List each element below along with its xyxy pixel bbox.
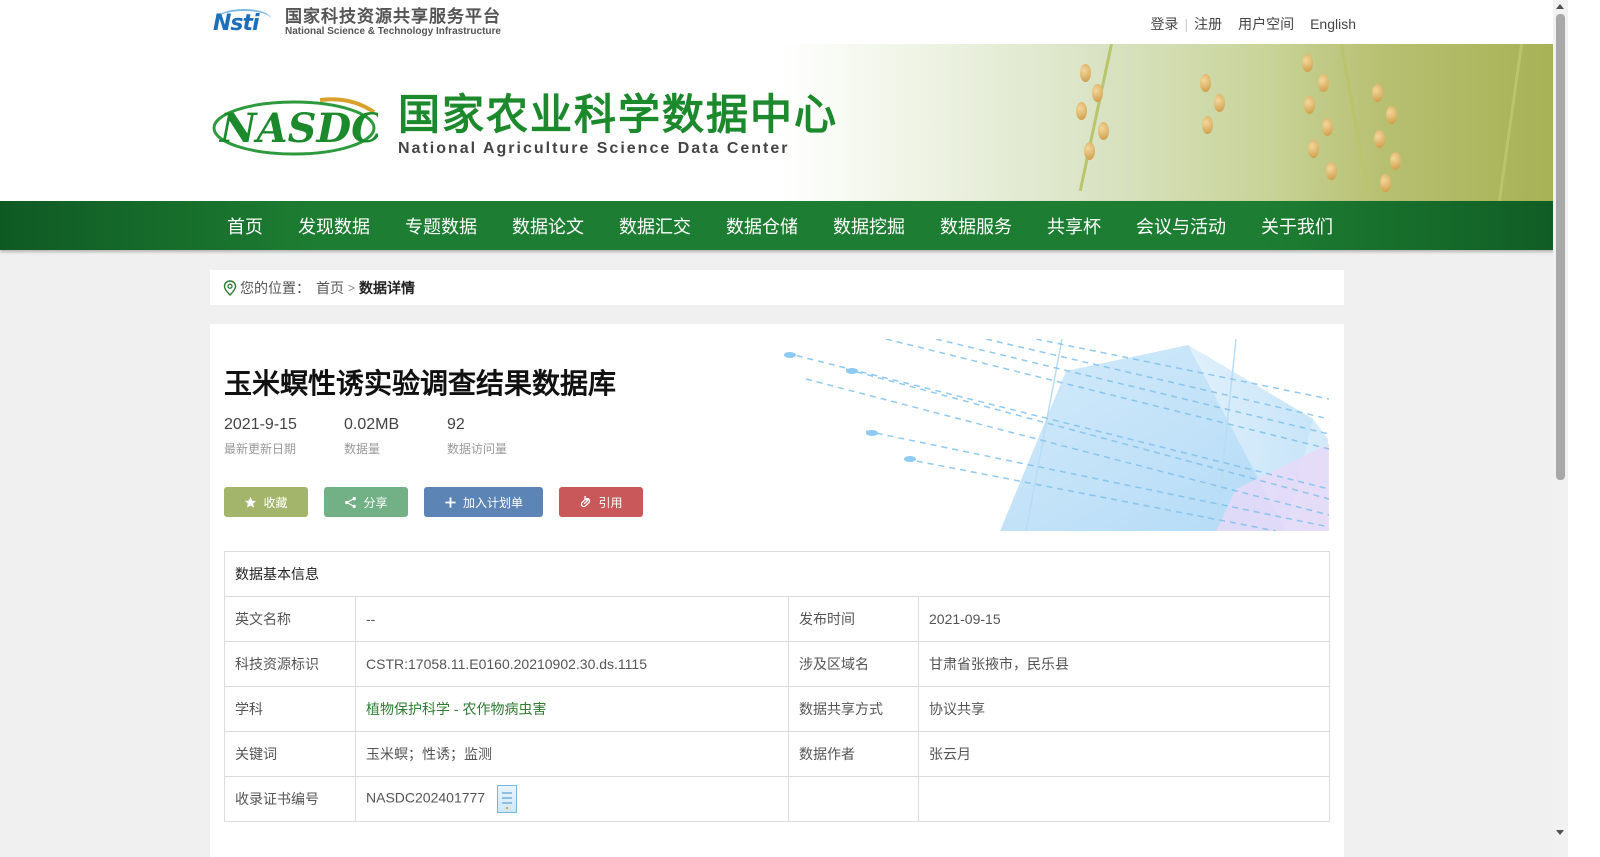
nav-item-data-papers[interactable]: 数据论文 bbox=[495, 213, 602, 239]
cite-button-label: 引用 bbox=[598, 495, 623, 510]
subject-label: 学科 bbox=[224, 686, 356, 732]
nav-item-data-services[interactable]: 数据服务 bbox=[923, 213, 1030, 239]
favorite-button-label: 收藏 bbox=[263, 495, 288, 510]
english-link[interactable]: English bbox=[1310, 16, 1356, 32]
basic-info-header: 数据基本信息 bbox=[224, 551, 1330, 597]
stat-size: 0.02MB 数据量 bbox=[344, 416, 399, 457]
nav-item-home[interactable]: 首页 bbox=[210, 213, 281, 239]
publish-time-value: 2021-09-15 bbox=[918, 596, 1330, 642]
stat-visits-value: 92 bbox=[447, 416, 465, 433]
table-row: 关键词 玉米螟；性诱；监测 数据作者 张云月 bbox=[224, 731, 1330, 777]
resource-id-value: CSTR:17058.11.E0160.20210902.30.ds.1115 bbox=[355, 641, 789, 687]
nsti-logo-en: National Science & Technology Infrastruc… bbox=[285, 26, 501, 37]
user-space-link[interactable]: 用户空间 bbox=[1238, 14, 1294, 34]
plus-icon bbox=[445, 496, 456, 508]
table-row: 英文名称 -- 发布时间 2021-09-15 bbox=[224, 596, 1330, 642]
region-value: 甘肃省张掖市，民乐县 bbox=[918, 641, 1330, 687]
breadcrumb-home[interactable]: 首页 bbox=[316, 278, 344, 298]
breadcrumb-prefix: 您的位置： bbox=[240, 279, 310, 296]
scrollbar-thumb[interactable] bbox=[1556, 14, 1565, 480]
data-author-value: 张云月 bbox=[918, 731, 1330, 777]
favorite-button[interactable]: 收藏 bbox=[224, 487, 308, 517]
add-to-plan-button[interactable]: 加入计划单 bbox=[424, 487, 543, 517]
nav-item-about[interactable]: 关于我们 bbox=[1244, 213, 1351, 239]
nsti-logo-cn: 国家科技资源共享服务平台 bbox=[285, 7, 501, 26]
cite-button[interactable]: 引用 bbox=[559, 487, 643, 517]
resource-id-label: 科技资源标识 bbox=[224, 641, 356, 687]
scroll-up-arrow-icon[interactable] bbox=[1556, 4, 1564, 9]
sharing-mode-label: 数据共享方式 bbox=[788, 686, 919, 732]
top-bar: Nsti 国家科技资源共享服务平台 National Science & Tec… bbox=[0, 0, 1584, 44]
star-icon bbox=[245, 496, 257, 508]
nav-item-discover-data[interactable]: 发现数据 bbox=[281, 213, 388, 239]
basic-info-table: 数据基本信息 英文名称 -- 发布时间 2021-09-15 科技资源标识 CS… bbox=[224, 551, 1330, 822]
nav-item-topic-data[interactable]: 专题数据 bbox=[388, 213, 495, 239]
sharing-mode-value: 协议共享 bbox=[918, 686, 1330, 732]
keywords-value: 玉米螟；性诱；监测 bbox=[355, 731, 789, 777]
register-link[interactable]: 注册 bbox=[1194, 14, 1222, 34]
site-title: 国家农业科学数据中心 National Agriculture Science … bbox=[398, 92, 838, 158]
breadcrumb-current: 数据详情 bbox=[359, 279, 416, 296]
certificate-number-label: 收录证书编号 bbox=[224, 776, 356, 822]
table-row: 收录证书编号 NASDC202401777 bbox=[224, 776, 1330, 822]
location-pin-icon bbox=[223, 279, 237, 296]
link-divider: | bbox=[1184, 16, 1189, 32]
main-nav: 首页 发现数据 专题数据 数据论文 数据汇交 数据仓储 数据挖掘 数据服务 共享… bbox=[0, 201, 1584, 250]
window-edge bbox=[1568, 0, 1600, 857]
stat-updated-value: 2021-9-15 bbox=[224, 416, 297, 433]
stat-size-value: 0.02MB bbox=[344, 416, 400, 433]
share-button[interactable]: 分享 bbox=[324, 487, 408, 517]
stat-visits-label: 数据访问量 bbox=[447, 442, 508, 456]
certificate-number-value: NASDC202401777 bbox=[366, 789, 486, 806]
site-title-cn: 国家农业科学数据中心 bbox=[398, 90, 839, 139]
login-link[interactable]: 登录 bbox=[1150, 14, 1178, 34]
stat-updated: 2021-9-15 最新更新日期 bbox=[224, 416, 297, 457]
stat-size-label: 数据量 bbox=[344, 442, 381, 456]
english-name-value: -- bbox=[355, 596, 789, 642]
nav-item-data-submission[interactable]: 数据汇交 bbox=[602, 213, 709, 239]
add-to-plan-button-label: 加入计划单 bbox=[462, 495, 523, 510]
stat-updated-label: 最新更新日期 bbox=[224, 442, 297, 456]
stat-visits: 92 数据访问量 bbox=[447, 416, 507, 457]
share-icon bbox=[345, 496, 357, 508]
share-button-label: 分享 bbox=[363, 495, 388, 510]
banner: NASDC 国家农业科学数据中心 National Agriculture Sc… bbox=[0, 44, 1584, 201]
nav-item-data-mining[interactable]: 数据挖掘 bbox=[816, 213, 923, 239]
publish-time-label: 发布时间 bbox=[788, 596, 919, 642]
decorative-cube-graphic bbox=[784, 339, 1329, 531]
keywords-label: 关键词 bbox=[224, 731, 356, 777]
site-title-en: National Agriculture Science Data Center bbox=[398, 140, 790, 157]
breadcrumb: 您的位置： 首页 > 数据详情 bbox=[210, 270, 1344, 305]
nsti-logo[interactable]: Nsti 国家科技资源共享服务平台 National Science & Tec… bbox=[213, 7, 501, 38]
breadcrumb-separator-icon: > bbox=[348, 280, 356, 295]
vertical-scrollbar[interactable] bbox=[1553, 0, 1568, 857]
top-links: 登录 | 注册 用户空间 English bbox=[1150, 14, 1356, 34]
nav-item-events[interactable]: 会议与活动 bbox=[1119, 213, 1244, 239]
nsti-mark-icon: Nsti bbox=[213, 8, 279, 37]
link-icon bbox=[581, 495, 591, 507]
scroll-down-arrow-icon[interactable] bbox=[1556, 830, 1564, 835]
data-author-label: 数据作者 bbox=[788, 731, 919, 777]
region-label: 涉及区域名 bbox=[788, 641, 919, 687]
dataset-title: 玉米螟性诱实验调查结果数据库 bbox=[224, 367, 617, 400]
table-row: 学科 植物保护科学 - 农作物病虫害 数据共享方式 协议共享 bbox=[224, 686, 1330, 732]
nasdc-logo-text: NASDC bbox=[218, 105, 378, 152]
empty-cell bbox=[918, 776, 1330, 822]
empty-cell bbox=[788, 776, 919, 822]
subject-link[interactable]: 植物保护科学 - 农作物病虫害 bbox=[366, 701, 546, 717]
nasdc-logo-icon[interactable]: NASDC bbox=[210, 94, 378, 158]
nsti-mark-text: Nsti bbox=[213, 10, 260, 36]
english-name-label: 英文名称 bbox=[224, 596, 356, 642]
nav-item-sharing-cup[interactable]: 共享杯 bbox=[1030, 213, 1119, 239]
table-row: 科技资源标识 CSTR:17058.11.E0160.20210902.30.d… bbox=[224, 641, 1330, 687]
certificate-icon[interactable] bbox=[496, 785, 517, 813]
rice-banner-image bbox=[780, 44, 1584, 201]
nav-item-data-repository[interactable]: 数据仓储 bbox=[709, 213, 816, 239]
